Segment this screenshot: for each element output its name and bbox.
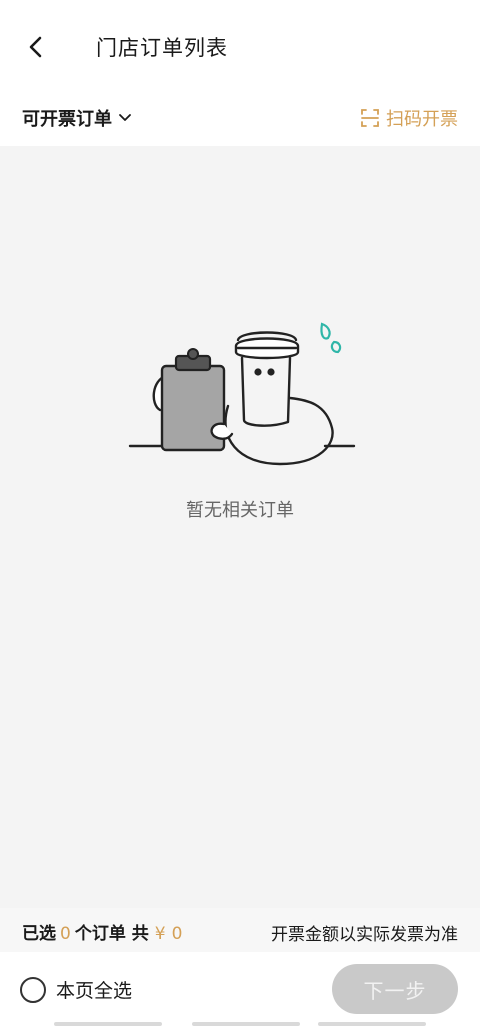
invoice-filter-dropdown[interactable]: 可开票订单 xyxy=(22,102,132,134)
chevron-left-icon xyxy=(29,36,42,58)
app-header: 门店订单列表 xyxy=(0,0,480,92)
filter-bar: 可开票订单 扫码开票 xyxy=(0,92,480,146)
page-title: 门店订单列表 xyxy=(96,36,228,60)
nav-indicator xyxy=(192,1022,300,1026)
bottom-action-bar: 本页全选 下一步 xyxy=(0,952,480,1027)
order-list-area: 暂无相关订单 xyxy=(0,146,480,908)
currency-symbol: ¥ xyxy=(154,924,166,944)
scan-invoice-button[interactable]: 扫码开票 xyxy=(360,102,458,134)
scan-label: 扫码开票 xyxy=(386,109,458,130)
orders-total-label: 个订单 共 xyxy=(74,924,149,944)
invoice-amount-note: 开票金额以实际发票为准 xyxy=(271,925,458,945)
nav-indicator xyxy=(318,1022,426,1026)
selected-prefix: 已选 xyxy=(22,924,56,944)
scan-icon xyxy=(361,109,379,127)
empty-state-message: 暂无相关订单 xyxy=(186,500,294,521)
selection-summary: 已选 0 个订单 共 ¥ 0 开票金额以实际发票为准 xyxy=(0,908,480,952)
chevron-down-icon xyxy=(119,114,131,121)
total-amount: 0 xyxy=(171,924,183,944)
filter-label: 可开票订单 xyxy=(22,109,112,130)
back-button[interactable] xyxy=(18,30,54,64)
selected-count: 0 xyxy=(60,924,71,944)
selection-count-text: 已选 0 个订单 共 ¥ 0 xyxy=(22,919,182,944)
nav-indicator xyxy=(54,1022,162,1026)
select-all-label: 本页全选 xyxy=(56,980,133,1002)
next-step-button[interactable]: 下一步 xyxy=(332,964,458,1014)
radio-circle-icon[interactable] xyxy=(20,976,46,1003)
cup-holding-clipboard-illustration xyxy=(128,322,356,466)
select-all-checkbox[interactable]: 本页全选 xyxy=(20,976,132,1003)
